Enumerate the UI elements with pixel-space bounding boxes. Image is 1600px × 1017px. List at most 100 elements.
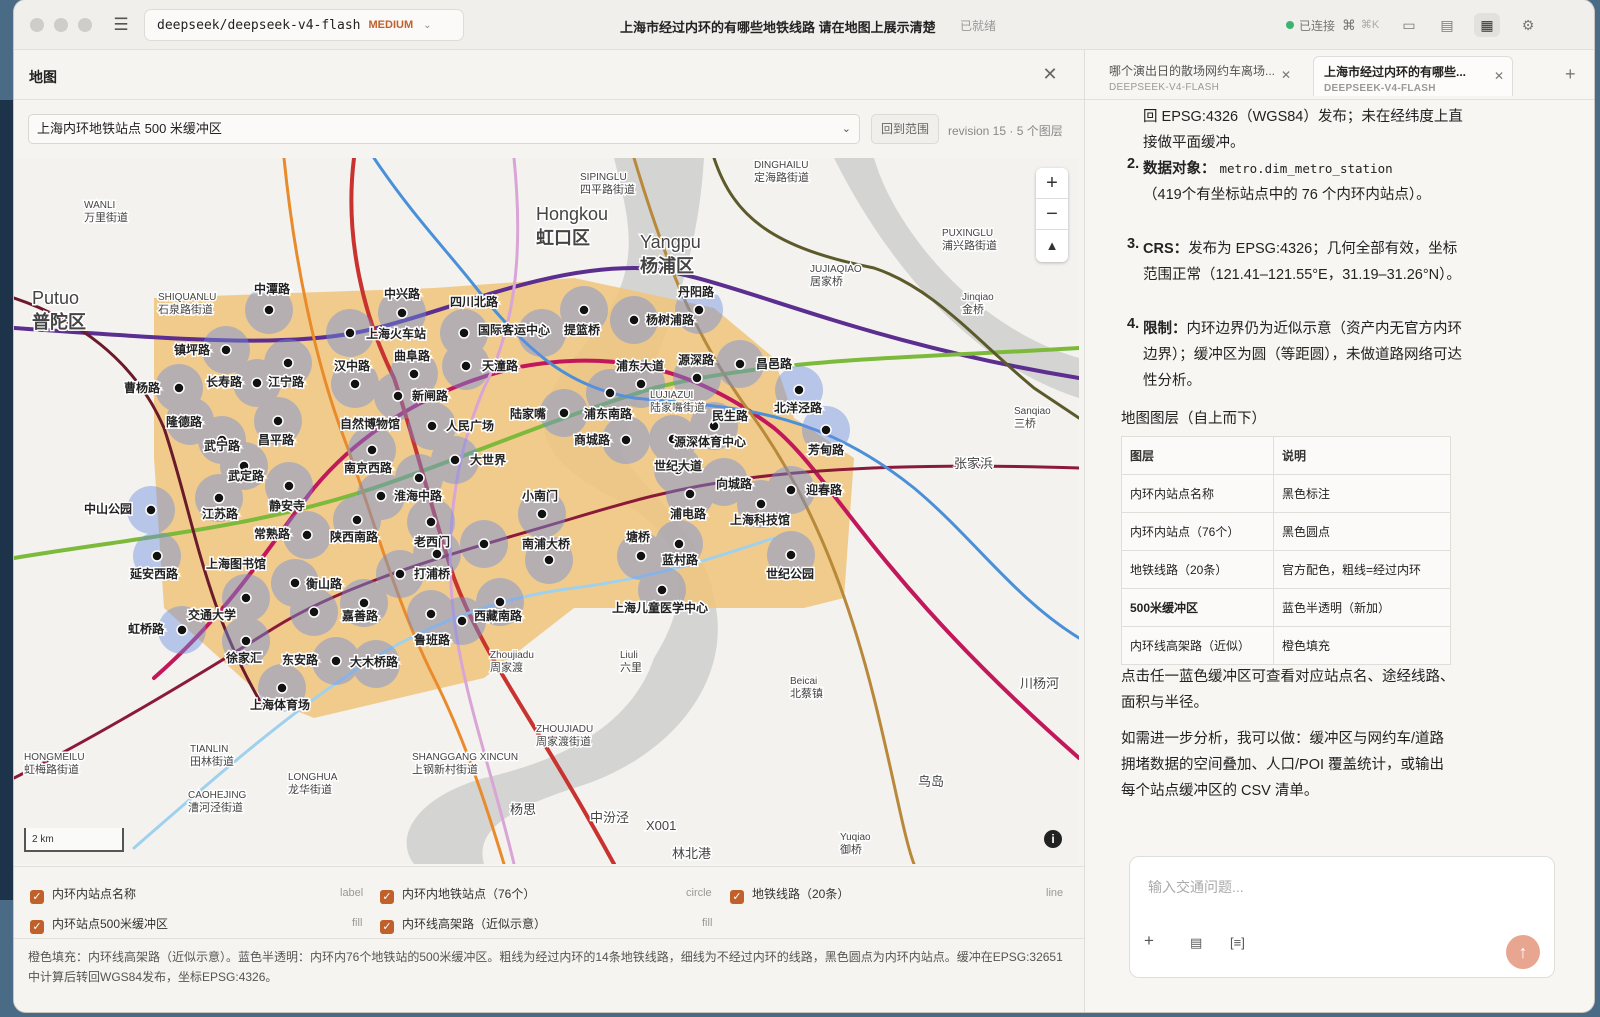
table-cell: 蓝色半透明（新加） (1273, 588, 1451, 627)
folder-icon[interactable]: ▭ (1396, 13, 1422, 37)
layer-label: 地铁线路（20条） (752, 887, 850, 901)
close-icon[interactable]: ✕ (1038, 62, 1062, 86)
layer-toggle[interactable]: ✓ 内环站点500米缓冲区 (30, 915, 168, 935)
place-label-en: ZHOUJIADU (536, 724, 593, 735)
checkbox-checked-icon[interactable]: ✓ (730, 890, 744, 904)
map-misc-label: X001 (646, 818, 676, 833)
place-label-en: LUJIAZUI (650, 390, 693, 401)
place-label-zh: 浦兴路街道 (942, 238, 997, 252)
send-button[interactable]: ↑ (1506, 935, 1540, 969)
minimize-window-button[interactable] (54, 18, 68, 32)
table-row: 地铁线路（20条） 官方配色，粗线=经过内环 (1121, 550, 1451, 589)
station-label: 上海图书馆 (206, 556, 266, 571)
station-label: 天潼路 (482, 358, 519, 373)
list-item-head: 限制： (1143, 321, 1187, 337)
document-icon[interactable]: ▤ (1434, 13, 1460, 37)
place-label-en: Beicai (790, 676, 817, 687)
station-label: 塘桥 (626, 529, 651, 544)
place-label-en: SHIQUANLU (158, 292, 216, 303)
place-label-zh: 三桥 (1014, 417, 1036, 430)
station-label: 常熟路 (254, 526, 291, 541)
zoom-window-button[interactable] (78, 18, 92, 32)
reset-range-button[interactable]: 回到范围 (871, 114, 939, 144)
checkbox-checked-icon[interactable]: ✓ (30, 920, 44, 934)
zoom-out-button[interactable]: − (1036, 199, 1068, 230)
district-label-zh: 普陀区 (32, 311, 86, 332)
menu-icon[interactable]: ☰ (110, 14, 132, 36)
map-canvas[interactable]: 中潭路 中兴路 四川北路 丹阳路 镇坪路 上海火车站 国际客运中心 提篮桥 杨树浦路 曹杨路 长寿路… (14, 158, 1079, 864)
station-label: 中山公园 (84, 501, 132, 516)
chat-input[interactable]: 输入交通问题... + ▤ [≡] ↑ (1129, 856, 1555, 978)
place-label-en: WANLI (84, 200, 115, 211)
layer-toggle[interactable]: ✓ 内环内地铁站点（76个） (380, 885, 535, 905)
gear-icon[interactable]: ⚙ (1515, 13, 1541, 37)
info-icon[interactable]: i (1044, 830, 1062, 848)
place-label-en: SHANGGANG XINCUN (412, 752, 518, 763)
layer-toggle[interactable]: ✓ 内环线高架路（近似示意） (380, 915, 546, 935)
layer-type: circle (686, 887, 712, 899)
layer-label: 内环内地铁站点（76个） (402, 887, 536, 901)
layer-type: line (1046, 887, 1064, 899)
plus-icon[interactable]: + (1144, 931, 1154, 951)
view-selector[interactable]: 上海内环地铁站点 500 米缓冲区 ⌄ (28, 114, 860, 144)
layer-label: 内环内站点名称 (52, 887, 137, 901)
window-title: 上海市经过内环的有哪些地铁线路 请在地图上展示清楚 (620, 20, 936, 35)
map-view-icon[interactable]: ▦ (1474, 13, 1500, 37)
place-label-en: Liuli (620, 650, 638, 661)
station-label: 衡山路 (306, 576, 343, 591)
tab-title: 哪个演出日的散场网约车离场... (1109, 64, 1276, 78)
table-header: 说明 (1273, 436, 1451, 475)
chat-tabs: 哪个演出日的散场网约车离场... DEEPSEEK-V4-FLASH ✕ 上海市经过… (1085, 50, 1594, 100)
district-label-zh: 虹口区 (536, 227, 590, 248)
app-window: ☰ deepseek/deepseek-v4-flash MEDIUM ⌄ 上海… (14, 0, 1594, 1012)
place-label-en: SIPINGLU (580, 172, 627, 183)
table-header-row: 图层 说明 (1121, 436, 1451, 475)
model-selector[interactable]: deepseek/deepseek-v4-flash MEDIUM ⌄ (144, 9, 464, 41)
list-item: CRS：发布为 EPSG:4326；几何全部有效，坐标范围正常（121.41–1… (1143, 236, 1465, 288)
compass-icon[interactable]: ▲ (1036, 230, 1068, 261)
station-label: 民生路 (712, 408, 749, 423)
place-label-zh: 周家渡 (490, 660, 523, 674)
layer-table: 图层 说明 内环内站点名称 黑色标注 内环内站点（76个） 黑色圆点 地铁线路（20条… (1121, 436, 1451, 665)
station-label: 武宁路 (204, 438, 241, 453)
station-label: 淮海中路 (394, 488, 443, 503)
table-cell: 黑色圆点 (1273, 512, 1451, 551)
table-row: 内环线高架路（近似） 橙色填充 (1121, 626, 1451, 665)
input-placeholder: 输入交通问题... (1148, 879, 1244, 895)
layer-toggle[interactable]: ✓ 内环内站点名称 (30, 885, 136, 905)
close-tab-icon[interactable]: ✕ (1494, 69, 1504, 83)
checkbox-checked-icon[interactable]: ✓ (380, 920, 394, 934)
close-tab-icon[interactable]: ✕ (1281, 68, 1291, 82)
checkbox-checked-icon[interactable]: ✓ (380, 890, 394, 904)
station-label: 迎春路 (806, 482, 843, 497)
place-label-zh: 居家桥 (810, 274, 843, 288)
place-label-en: Yuqiao (840, 832, 871, 843)
layer-toggle[interactable]: ✓ 地铁线路（20条） (730, 885, 849, 905)
place-label-en: PUXINGLU (942, 228, 993, 239)
station-label: 国际客运中心 (478, 322, 550, 337)
station-label: 静安寺 (269, 498, 305, 513)
table-row: 内环内站点名称 黑色标注 (1121, 474, 1451, 513)
table-cell: 橙色填充 (1273, 626, 1451, 665)
station-label: 昌平路 (258, 432, 295, 447)
station-label: 上海科技馆 (730, 512, 790, 527)
station-label: 嘉善路 (341, 608, 379, 623)
station-label: 上海火车站 (366, 326, 426, 341)
checkbox-checked-icon[interactable]: ✓ (30, 890, 44, 904)
add-tab-icon[interactable]: + (1565, 64, 1576, 85)
station-label: 北洋泾路 (774, 400, 823, 415)
close-window-button[interactable] (30, 18, 44, 32)
list-item-body: （419个有坐标站点中的 76 个内环内站点）。 (1143, 187, 1431, 203)
layer-list: ✓ 内环内站点名称 label ✓ 内环内地铁站点（76个） circle ✓ 地铁线… (14, 866, 1084, 938)
context-icon[interactable]: [≡] (1230, 935, 1245, 950)
map-svg: 中潭路 中兴路四川北路 丹阳路镇坪路 上海火车站 国际客运中心 提篮桥 杨树浦路曹杨路 长寿路… (14, 158, 1079, 864)
map-misc-label: 张家浜 (954, 456, 993, 471)
zoom-control: + − ▲ (1036, 168, 1068, 262)
document-icon[interactable]: ▤ (1190, 935, 1202, 951)
station-label: 大世界 (470, 452, 506, 467)
chat-tab-active[interactable]: 上海市经过内环的有哪些... DEEPSEEK-V4-FLASH ✕ (1313, 56, 1513, 96)
station-label: 上海儿童医学中心 (612, 600, 708, 615)
table-cell: 500米缓冲区 (1121, 588, 1274, 627)
chat-tab[interactable]: 哪个演出日的散场网约车离场... DEEPSEEK-V4-FLASH ✕ (1099, 56, 1299, 96)
zoom-in-button[interactable]: + (1036, 168, 1068, 199)
